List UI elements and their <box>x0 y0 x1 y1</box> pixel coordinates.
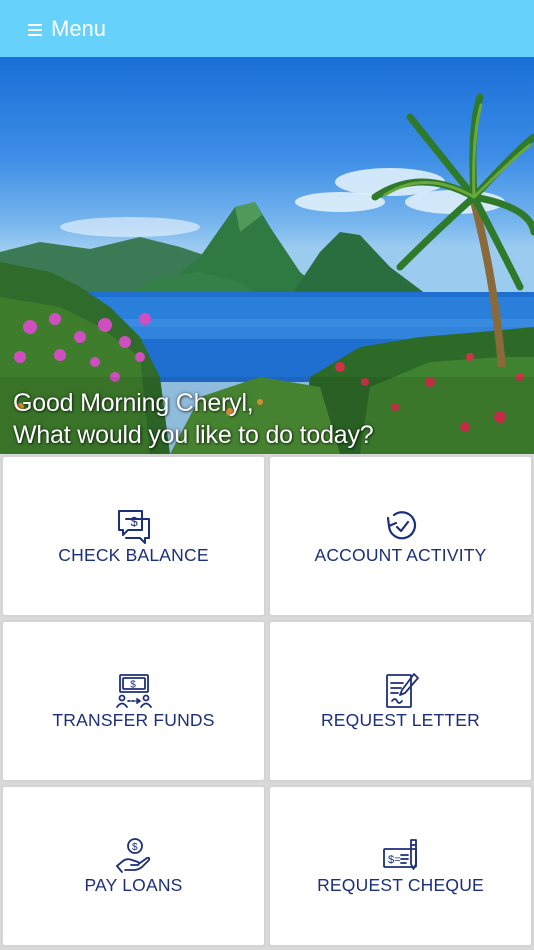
menu-button[interactable]: Menu <box>28 16 106 42</box>
svg-text:$: $ <box>130 514 138 529</box>
request-letter-icon <box>385 673 419 708</box>
request-cheque-button[interactable]: $= REQUEST CHEQUE <box>268 785 533 947</box>
menu-label: Menu <box>51 15 107 41</box>
top-bar: Menu <box>0 0 534 57</box>
hamburger-menu-icon <box>28 23 42 36</box>
transfer-funds-icon: $ <box>115 674 152 708</box>
actions-grid: $ CHECK BALANCE ACCOUNT ACTIVITY $ TRANS… <box>0 454 534 950</box>
pay-loans-button[interactable]: $ PAY LOANS <box>1 785 266 947</box>
svg-text:$: $ <box>132 842 138 853</box>
hero-banner: Good Morning Cheryl, What would you like… <box>0 57 534 454</box>
transfer-funds-label: TRANSFER FUNDS <box>52 710 215 730</box>
request-letter-button[interactable]: REQUEST LETTER <box>268 620 533 782</box>
request-cheque-icon: $= <box>382 839 417 870</box>
request-letter-label: REQUEST LETTER <box>320 710 481 730</box>
transfer-funds-button[interactable]: $ TRANSFER FUNDS <box>1 620 266 782</box>
request-cheque-label: REQUEST CHEQUE <box>317 875 484 895</box>
account-activity-icon <box>386 511 416 540</box>
svg-text:$: $ <box>130 680 136 691</box>
check-balance-label: CHECK BALANCE <box>58 545 209 565</box>
account-activity-label: ACCOUNT ACTIVITY <box>314 545 487 565</box>
pay-loans-icon: $ <box>115 838 150 873</box>
pay-loans-label: PAY LOANS <box>84 875 183 895</box>
check-balance-icon: $ <box>117 510 150 544</box>
greeting-line-1: Good Morning Cheryl, <box>13 389 254 417</box>
greeting-line-2: What would you like to do today? <box>13 421 374 449</box>
check-balance-button[interactable]: $ CHECK BALANCE <box>1 455 266 617</box>
svg-text:$=: $= <box>388 854 401 866</box>
greeting-text: Good Morning Cheryl, What would you like… <box>13 387 374 451</box>
account-activity-button[interactable]: ACCOUNT ACTIVITY <box>268 455 533 617</box>
